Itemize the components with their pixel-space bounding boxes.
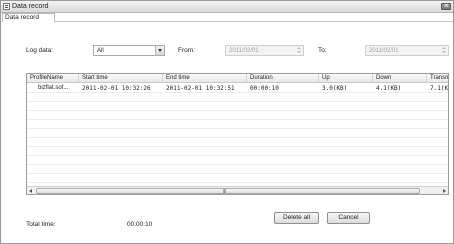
cell-duration: 00:00:10: [250, 85, 279, 92]
scroll-right-icon[interactable]: [441, 188, 448, 194]
cancel-button[interactable]: Cancel: [327, 212, 370, 224]
table-row: [27, 156, 448, 165]
log-data-label: Log data:: [26, 47, 54, 54]
table-row: [27, 111, 448, 120]
column-header-start-time[interactable]: Start time: [79, 74, 163, 83]
column-header-down[interactable]: Down: [373, 74, 427, 83]
cell-transmission: 7.1(KB): [430, 85, 449, 92]
cell-start-time: 2011-02-01 10:32:26: [82, 85, 151, 92]
total-time-value: 00:00:10: [127, 221, 153, 228]
data-record-window: Data record Data record Log data: All Fr…: [0, 0, 454, 244]
column-header-end-time[interactable]: End time: [163, 74, 247, 83]
table-row: [27, 93, 448, 102]
table-row: [27, 165, 448, 174]
column-header-duration[interactable]: Duration: [247, 74, 319, 83]
table-row: [27, 120, 448, 129]
log-data-value: All: [97, 48, 104, 54]
cell-up: 3.0(KB): [322, 85, 348, 92]
from-date-value: 2011/02/01: [229, 48, 259, 54]
spin-arrows-icon: [441, 47, 447, 54]
table-row: [27, 147, 448, 156]
delete-all-button[interactable]: Delete all: [274, 212, 319, 224]
close-icon[interactable]: [441, 1, 451, 10]
total-time-label: Total time:: [26, 221, 56, 228]
title-bar: Data record: [1, 1, 453, 13]
spin-arrows-icon: [296, 47, 302, 54]
to-date-value: 2011/02/01: [369, 48, 399, 54]
table-row: [27, 129, 448, 138]
window-menu-icon[interactable]: [3, 3, 10, 10]
column-header-profile-name[interactable]: ProfileName: [27, 74, 79, 83]
scroll-thumb[interactable]: III: [36, 188, 420, 194]
window-title: Data record: [12, 3, 49, 10]
from-date-field[interactable]: 2011/02/01: [225, 45, 304, 56]
horizontal-scrollbar[interactable]: III: [27, 186, 448, 194]
tab-data-record[interactable]: Data record: [2, 13, 55, 22]
cell-down: 4.1(KB): [376, 85, 402, 92]
log-data-select[interactable]: All: [93, 45, 165, 56]
tab-bar: Data record: [1, 13, 453, 22]
table-row: [27, 138, 448, 147]
table-row: [27, 174, 448, 183]
to-date-field[interactable]: 2011/02/01: [365, 45, 449, 56]
cell-profile-name: bizflat.sof...: [38, 85, 69, 91]
cell-end-time: 2011-02-01 10:32:51: [166, 85, 235, 92]
scroll-grip: III: [223, 189, 226, 195]
record-table[interactable]: ProfileName Start time End time Duration…: [26, 73, 449, 195]
to-label: To:: [318, 47, 327, 54]
column-header-transmission[interactable]: Transmis: [427, 74, 448, 83]
column-header-up[interactable]: Up: [319, 74, 373, 83]
from-label: From:: [178, 47, 195, 54]
scroll-left-icon[interactable]: [27, 188, 34, 194]
table-row[interactable]: bizflat.sof... 2011-02-01 10:32:26 2011-…: [27, 84, 448, 93]
table-row: [27, 102, 448, 111]
table-header: ProfileName Start time End time Duration…: [27, 74, 448, 83]
chevron-down-icon[interactable]: [155, 46, 164, 55]
